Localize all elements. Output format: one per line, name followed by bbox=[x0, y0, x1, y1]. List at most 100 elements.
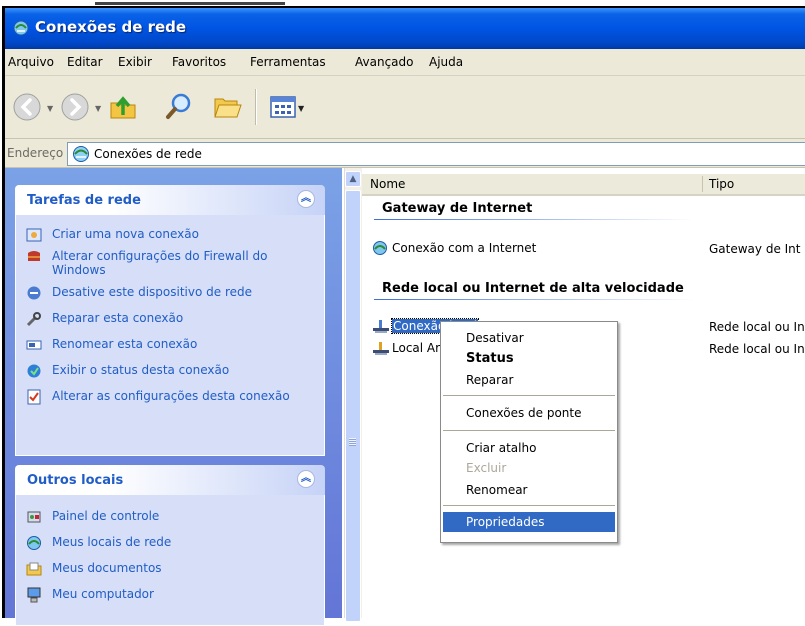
menu-separator bbox=[443, 430, 615, 431]
scroll-grip bbox=[349, 438, 356, 446]
task-create-connection[interactable]: Criar uma nova conexão bbox=[26, 227, 318, 243]
back-icon[interactable] bbox=[11, 91, 43, 123]
search-icon[interactable] bbox=[163, 91, 195, 123]
column-name[interactable]: Nome bbox=[370, 177, 405, 191]
menu-bar: Arquivo Editar Exibir Favoritos Ferramen… bbox=[5, 49, 805, 76]
menu-item-bridge[interactable]: Conexões de ponte bbox=[466, 406, 582, 420]
menu-item-status[interactable]: Status bbox=[466, 351, 514, 366]
toolbar: ▼ ▼ ▼ bbox=[5, 76, 805, 139]
lan-connection-icon bbox=[373, 342, 389, 355]
menu-item-create-shortcut[interactable]: Criar atalho bbox=[466, 441, 536, 455]
column-header: Nome Tipo bbox=[362, 174, 805, 196]
task-label: Criar uma nova conexão bbox=[52, 227, 199, 241]
other-places-header[interactable]: Outros locais ︽ bbox=[15, 465, 325, 495]
item-type: Gateway de Int bbox=[709, 242, 801, 256]
documents-folder-icon bbox=[26, 562, 42, 576]
menu-item-repair[interactable]: Reparar bbox=[466, 373, 513, 387]
group-header: Rede local ou Internet de alta velocidad… bbox=[382, 281, 684, 296]
repair-wrench-icon bbox=[26, 312, 41, 327]
forward-icon[interactable] bbox=[59, 91, 91, 123]
column-type[interactable]: Tipo bbox=[709, 177, 734, 191]
up-folder-icon[interactable] bbox=[107, 91, 139, 123]
group-header: Gateway de Internet bbox=[382, 201, 533, 216]
task-firewall-settings[interactable]: Alterar configurações do Firewall do Win… bbox=[26, 249, 318, 277]
menu-item-delete: Excluir bbox=[466, 461, 507, 475]
internet-gateway-icon bbox=[373, 241, 387, 255]
scroll-thumb[interactable] bbox=[345, 190, 361, 622]
menu-separator bbox=[443, 505, 615, 506]
collapse-chevron-icon[interactable]: ︽ bbox=[297, 470, 315, 488]
network-places-icon bbox=[27, 536, 41, 550]
list-item-internet-connection[interactable]: Conexão com a Internet bbox=[372, 240, 536, 256]
place-label: Painel de controle bbox=[52, 509, 160, 523]
views-dropdown-icon[interactable]: ▼ bbox=[298, 104, 304, 113]
place-label: Meus documentos bbox=[52, 561, 162, 575]
menu-favoritos[interactable]: Favoritos bbox=[172, 55, 226, 69]
menu-item-properties[interactable]: Propriedades bbox=[443, 512, 615, 532]
task-pane: Tarefas de rede ︽ Criar uma nova conexão… bbox=[5, 168, 342, 626]
item-label: Conexão com a Internet bbox=[392, 241, 537, 255]
task-label: Renomear esta conexão bbox=[52, 337, 198, 351]
group-divider bbox=[374, 299, 694, 300]
toolbar-separator bbox=[255, 89, 257, 125]
other-places-panel: Outros locais ︽ Painel de controle Meus … bbox=[15, 465, 325, 626]
new-connection-icon bbox=[26, 228, 42, 242]
address-bar: Endereço Conexões de rede bbox=[5, 139, 805, 168]
title-bar[interactable]: Conexões de rede bbox=[5, 8, 805, 49]
views-icon[interactable] bbox=[269, 93, 297, 121]
menu-arquivo[interactable]: Arquivo bbox=[8, 55, 54, 69]
task-label: Alterar as configurações desta conexão bbox=[52, 389, 290, 403]
place-label: Meus locais de rede bbox=[52, 535, 172, 549]
context-menu: Desativar Status Reparar Conexões de pon… bbox=[440, 321, 618, 543]
task-label: Alterar configurações do Firewall do Win… bbox=[52, 249, 268, 277]
item-type: Rede local ou In bbox=[709, 342, 805, 356]
place-my-computer[interactable]: Meu computador bbox=[26, 587, 318, 603]
firewall-icon bbox=[28, 251, 40, 261]
column-divider[interactable] bbox=[702, 176, 703, 192]
group-divider bbox=[374, 219, 694, 220]
menu-ferramentas[interactable]: Ferramentas bbox=[250, 55, 326, 69]
forward-dropdown-icon[interactable]: ▼ bbox=[95, 104, 101, 113]
control-panel-icon bbox=[27, 511, 41, 523]
task-label: Reparar esta conexão bbox=[52, 311, 184, 325]
place-network-places[interactable]: Meus locais de rede bbox=[26, 535, 318, 551]
status-icon bbox=[27, 364, 41, 378]
task-view-status[interactable]: Exibir o status desta conexão bbox=[26, 363, 318, 379]
menu-item-properties-label: Propriedades bbox=[466, 515, 545, 529]
network-tasks-body: Criar uma nova conexão Alterar configura… bbox=[15, 215, 325, 456]
item-label: Local Are bbox=[392, 341, 448, 355]
menu-ajuda[interactable]: Ajuda bbox=[429, 55, 463, 69]
folders-icon[interactable] bbox=[211, 91, 243, 123]
task-label: Desative este dispositivo de rede bbox=[52, 285, 253, 299]
menu-separator bbox=[443, 395, 615, 396]
scroll-up-icon[interactable]: ▲ bbox=[345, 171, 361, 187]
menu-editar[interactable]: Editar bbox=[67, 55, 103, 69]
network-tasks-title: Tarefas de rede bbox=[27, 193, 141, 208]
other-places-body: Painel de controle Meus locais de rede M… bbox=[15, 495, 325, 626]
task-disable-device[interactable]: Desative este dispositivo de rede bbox=[26, 285, 318, 301]
place-control-panel[interactable]: Painel de controle bbox=[26, 509, 318, 525]
back-dropdown-icon[interactable]: ▼ bbox=[47, 104, 53, 113]
address-value: Conexões de rede bbox=[94, 147, 202, 161]
settings-checklist-icon bbox=[27, 389, 41, 405]
place-my-documents[interactable]: Meus documentos bbox=[26, 561, 318, 577]
task-rename-connection[interactable]: Renomear esta conexão bbox=[26, 337, 318, 353]
task-pane-scrollbar[interactable]: ▲ bbox=[344, 168, 362, 622]
network-tasks-panel: Tarefas de rede ︽ Criar uma nova conexão… bbox=[15, 185, 325, 456]
disable-network-icon bbox=[27, 286, 41, 300]
menu-avancado[interactable]: Avançado bbox=[355, 55, 413, 69]
menu-item-rename[interactable]: Renomear bbox=[466, 483, 528, 497]
menu-exibir[interactable]: Exibir bbox=[118, 55, 152, 69]
address-field[interactable]: Conexões de rede bbox=[67, 142, 805, 166]
task-change-settings[interactable]: Alterar as configurações desta conexão bbox=[26, 389, 318, 405]
place-label: Meu computador bbox=[52, 587, 154, 601]
menu-item-disable[interactable]: Desativar bbox=[466, 331, 524, 345]
task-repair-connection[interactable]: Reparar esta conexão bbox=[26, 311, 318, 327]
other-places-title: Outros locais bbox=[27, 473, 124, 488]
collapse-chevron-icon[interactable]: ︽ bbox=[297, 190, 315, 208]
network-tasks-header[interactable]: Tarefas de rede ︽ bbox=[15, 185, 325, 215]
task-label: Exibir o status desta conexão bbox=[52, 363, 230, 377]
network-connections-icon bbox=[73, 146, 89, 162]
rename-icon bbox=[26, 340, 42, 350]
list-item-local-area[interactable]: Local Are bbox=[372, 340, 447, 356]
